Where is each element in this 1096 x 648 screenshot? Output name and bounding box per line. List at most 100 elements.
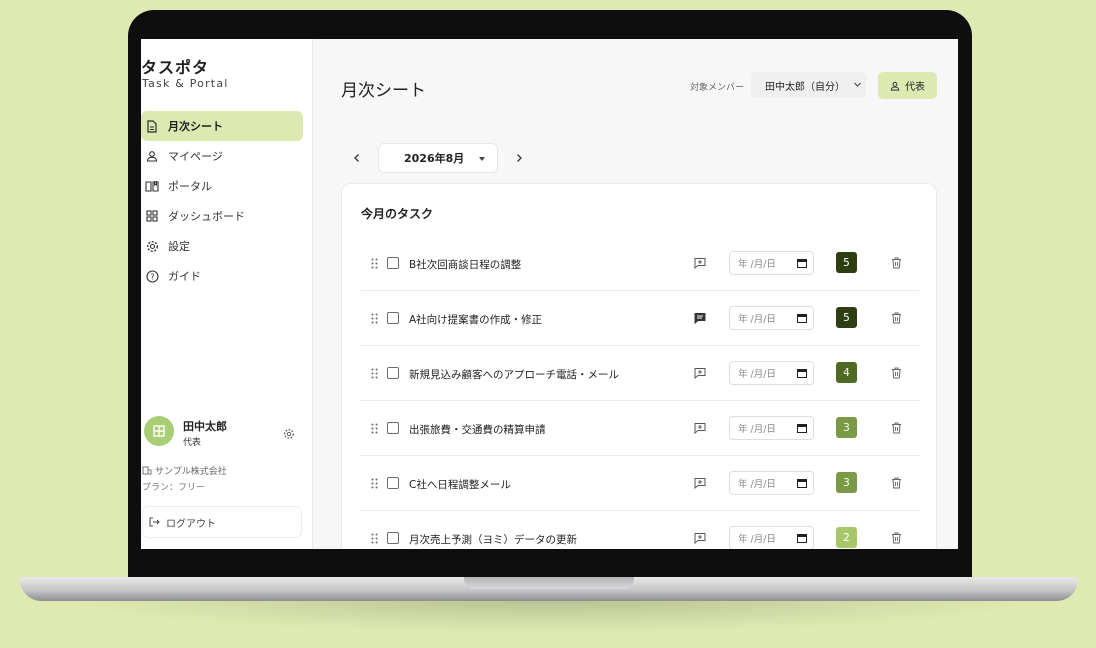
task-row: A社向け提案書の作成・修正 年 /月/日 5 xyxy=(361,291,919,346)
main-content: 月次シート 対象メンバー 田中太郎（自分） 代表 2026年8月 今月のタスク … xyxy=(313,39,958,549)
trash-icon[interactable] xyxy=(891,532,902,544)
sidebar-item-portal[interactable]: ポータル xyxy=(141,171,303,201)
company-label: サンプル株式会社 xyxy=(155,467,227,477)
sidebar-item-mypage[interactable]: マイページ xyxy=(141,141,303,171)
date-placeholder: 年 /月/日 xyxy=(738,314,776,325)
sidebar-item-guide[interactable]: ? ガイド xyxy=(141,261,303,291)
dashboard-icon xyxy=(145,209,159,223)
comment-filled-icon[interactable] xyxy=(694,312,706,324)
priority-badge[interactable]: 2 xyxy=(836,527,857,548)
due-date-input[interactable]: 年 /月/日 xyxy=(729,526,814,549)
date-placeholder: 年 /月/日 xyxy=(738,534,776,545)
add-comment-icon[interactable] xyxy=(694,257,706,269)
priority-badge[interactable]: 5 xyxy=(836,252,857,273)
task-name: A社向け提案書の作成・修正 xyxy=(409,314,543,326)
drag-handle-icon[interactable] xyxy=(371,313,378,324)
task-checkbox[interactable] xyxy=(387,367,399,379)
task-row: B社次回商談日程の調整 年 /月/日 5 xyxy=(361,236,919,291)
company-name: サンプル株式会社 xyxy=(142,464,227,477)
avatar-glyph-icon xyxy=(153,425,165,437)
task-checkbox[interactable] xyxy=(387,477,399,489)
document-icon xyxy=(145,119,159,133)
task-row: 出張旅費・交通費の精算申請 年 /月/日 3 xyxy=(361,401,919,456)
sidebar-item-monthly-sheet[interactable]: 月次シート xyxy=(141,111,303,141)
sidebar-item-dashboard[interactable]: ダッシュボード xyxy=(141,201,303,231)
task-name: C社へ日程調整メール xyxy=(409,479,511,491)
svg-text:?: ? xyxy=(150,272,154,281)
user-icon xyxy=(145,149,159,163)
chevron-right-icon[interactable] xyxy=(513,152,525,164)
due-date-input[interactable]: 年 /月/日 xyxy=(729,361,814,385)
chevron-down-icon xyxy=(854,82,861,87)
add-comment-icon[interactable] xyxy=(694,367,706,379)
trash-icon[interactable] xyxy=(891,367,902,379)
due-date-input[interactable]: 年 /月/日 xyxy=(729,471,814,495)
drag-handle-icon[interactable] xyxy=(371,533,378,544)
trash-icon[interactable] xyxy=(891,312,902,324)
task-checkbox[interactable] xyxy=(387,312,399,324)
calendar-icon[interactable] xyxy=(797,533,807,543)
drag-handle-icon[interactable] xyxy=(371,423,378,434)
add-comment-icon[interactable] xyxy=(694,532,706,544)
priority-badge[interactable]: 5 xyxy=(836,307,857,328)
task-checkbox[interactable] xyxy=(387,532,399,544)
due-date-input[interactable]: 年 /月/日 xyxy=(729,416,814,440)
drag-handle-icon[interactable] xyxy=(371,368,378,379)
role-button[interactable]: 代表 xyxy=(878,72,937,99)
sidebar-item-settings[interactable]: 設定 xyxy=(141,231,303,261)
sidebar-item-label: ポータル xyxy=(168,180,212,193)
member-select[interactable]: 田中太郎（自分） xyxy=(751,72,866,98)
priority-badge[interactable]: 4 xyxy=(836,362,857,383)
user-settings-icon[interactable] xyxy=(283,425,297,439)
user-role: 代表 xyxy=(183,438,202,448)
logout-label: ログアウト xyxy=(166,518,216,530)
gear-icon xyxy=(145,239,159,253)
drag-handle-icon[interactable] xyxy=(371,258,378,269)
month-picker[interactable]: 2026年8月 xyxy=(378,143,498,173)
laptop-notch xyxy=(464,577,634,589)
calendar-icon[interactable] xyxy=(797,313,807,323)
sidebar-item-label: ダッシュボード xyxy=(168,210,245,223)
plan-label: プラン：フリー xyxy=(142,483,206,493)
task-checkbox[interactable] xyxy=(387,422,399,434)
task-name: 月次売上予測（ヨミ）データの更新 xyxy=(409,534,577,546)
logout-button[interactable]: ログアウト xyxy=(142,506,302,538)
task-checkbox[interactable] xyxy=(387,257,399,269)
add-comment-icon[interactable] xyxy=(694,477,706,489)
sidebar-nav: 月次シート マイページ ポータル ダッシュボード 設定 ? ガイド xyxy=(141,111,303,291)
drag-handle-icon[interactable] xyxy=(371,478,378,489)
sidebar-item-label: マイページ xyxy=(168,150,223,163)
laptop-shadow xyxy=(60,599,1040,633)
month-value: 2026年8月 xyxy=(404,152,465,165)
priority-badge[interactable]: 3 xyxy=(836,472,857,493)
brand-title: タスポタ xyxy=(141,58,210,77)
member-select-value: 田中太郎（自分） xyxy=(765,81,845,93)
calendar-icon[interactable] xyxy=(797,368,807,378)
task-name: B社次回商談日程の調整 xyxy=(409,259,522,271)
calendar-icon[interactable] xyxy=(797,258,807,268)
trash-icon[interactable] xyxy=(891,422,902,434)
task-list: B社次回商談日程の調整 年 /月/日 5 A社向け提案書の作成・修正 年 /月/… xyxy=(361,236,919,549)
app-screen: タスポタ Task & Portal 月次シート マイページ ポータル ダッシュ… xyxy=(141,39,958,549)
user-name: 田中太郎 xyxy=(183,420,227,433)
add-comment-icon[interactable] xyxy=(694,422,706,434)
member-label: 対象メンバー xyxy=(690,83,745,93)
task-row: C社へ日程調整メール 年 /月/日 3 xyxy=(361,456,919,511)
task-name: 出張旅費・交通費の精算申請 xyxy=(409,424,546,436)
trash-icon[interactable] xyxy=(891,257,902,269)
sidebar: タスポタ Task & Portal 月次シート マイページ ポータル ダッシュ… xyxy=(141,39,313,549)
trash-icon[interactable] xyxy=(891,477,902,489)
user-icon xyxy=(890,81,900,91)
date-placeholder: 年 /月/日 xyxy=(738,259,776,270)
task-row: 月次売上予測（ヨミ）データの更新 年 /月/日 2 xyxy=(361,511,919,549)
help-icon: ? xyxy=(145,269,159,283)
due-date-input[interactable]: 年 /月/日 xyxy=(729,306,814,330)
calendar-icon[interactable] xyxy=(797,478,807,488)
date-placeholder: 年 /月/日 xyxy=(738,479,776,490)
chevron-left-icon[interactable] xyxy=(351,152,363,164)
due-date-input[interactable]: 年 /月/日 xyxy=(729,251,814,275)
priority-badge[interactable]: 3 xyxy=(836,417,857,438)
calendar-icon[interactable] xyxy=(797,423,807,433)
task-card: 今月のタスク B社次回商談日程の調整 年 /月/日 5 A社向け提案書の作成・修… xyxy=(341,183,937,549)
avatar[interactable] xyxy=(144,416,174,446)
